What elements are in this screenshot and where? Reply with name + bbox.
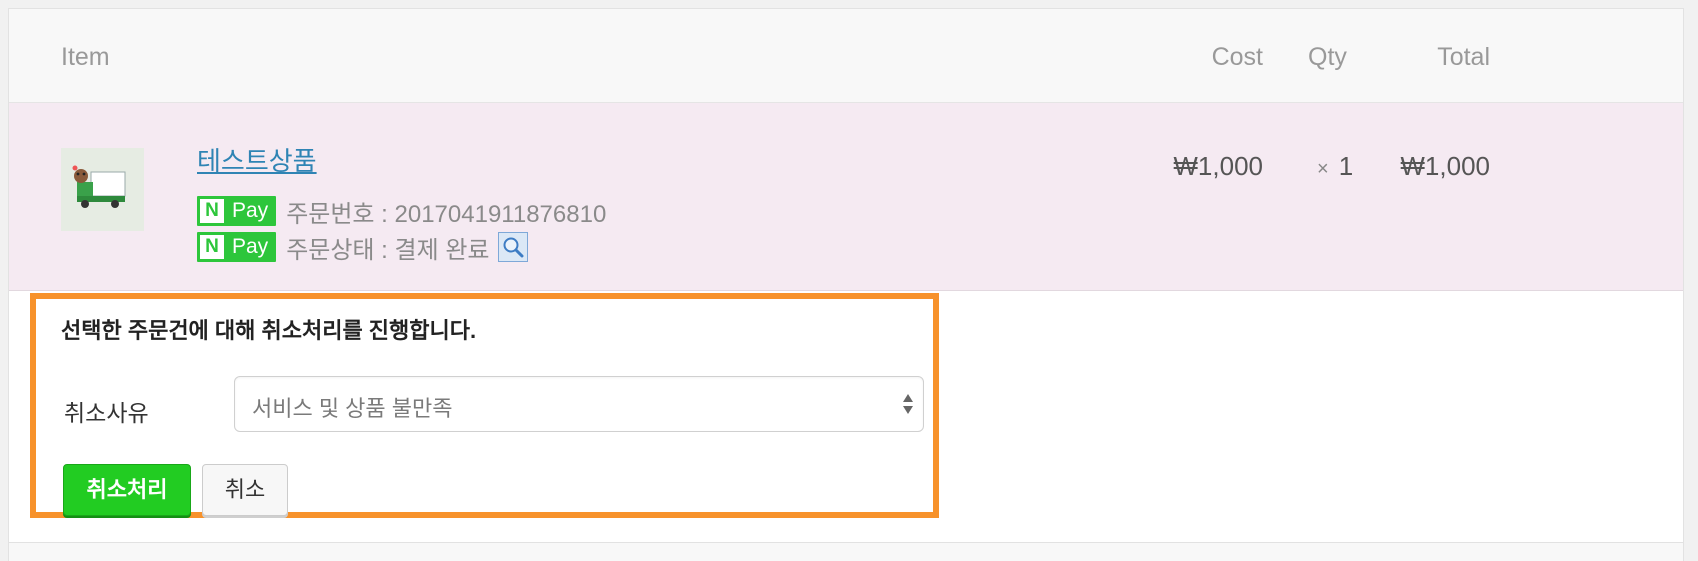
table-header: Item Cost Qty Total bbox=[9, 9, 1683, 103]
cancel-reason-select[interactable]: 서비스 및 상품 불만족 bbox=[234, 376, 924, 432]
product-thumbnail[interactable] bbox=[61, 148, 144, 231]
order-item-row: 테스트상품 N Pay 주문번호 : 2017041911876810 N Pa… bbox=[9, 103, 1683, 291]
npay-badge: N Pay bbox=[197, 196, 277, 226]
header-total: Total bbox=[1437, 43, 1490, 71]
product-name-link[interactable]: 테스트상품 bbox=[197, 141, 317, 178]
npay-n-logo: N bbox=[200, 199, 224, 223]
cancel-panel-title: 선택한 주문건에 대해 취소처리를 진행합니다. bbox=[61, 318, 477, 343]
order-number-line: N Pay 주문번호 : 2017041911876810 bbox=[197, 196, 607, 228]
header-qty: Qty bbox=[1308, 43, 1347, 71]
qty-multiply-symbol: × bbox=[1317, 158, 1329, 180]
header-item: Item bbox=[61, 43, 110, 71]
cancel-order-panel: 선택한 주문건에 대해 취소처리를 진행합니다. 취소사유 서비스 및 상품 불… bbox=[30, 293, 939, 518]
order-number: 주문번호 : 2017041911876810 bbox=[286, 200, 607, 228]
item-qty: × 1 bbox=[1317, 151, 1353, 182]
select-arrows-icon bbox=[903, 394, 913, 414]
header-cost: Cost bbox=[1211, 43, 1263, 71]
cancel-reason-label: 취소사유 bbox=[64, 400, 149, 426]
item-total: ₩1,000 bbox=[1400, 151, 1490, 181]
order-status-line: N Pay 주문상태 : 결제 완료 bbox=[197, 232, 528, 264]
table-footer bbox=[9, 543, 1683, 561]
npay-label: Pay bbox=[232, 235, 269, 258]
qty-value: 1 bbox=[1338, 151, 1354, 181]
item-cost: ₩1,000 bbox=[1173, 151, 1263, 181]
magnifier-icon[interactable] bbox=[497, 232, 528, 262]
cancel-reason-value: 서비스 및 상품 불만족 bbox=[252, 396, 453, 421]
npay-badge: N Pay bbox=[197, 232, 277, 262]
npay-label: Pay bbox=[232, 199, 269, 222]
delivery-truck-icon bbox=[61, 148, 144, 231]
order-status: 주문상태 : 결제 완료 bbox=[286, 236, 490, 264]
confirm-cancel-button[interactable]: 취소처리 bbox=[63, 464, 191, 516]
npay-n-logo: N bbox=[200, 235, 224, 259]
dismiss-cancel-button[interactable]: 취소 bbox=[202, 464, 288, 516]
